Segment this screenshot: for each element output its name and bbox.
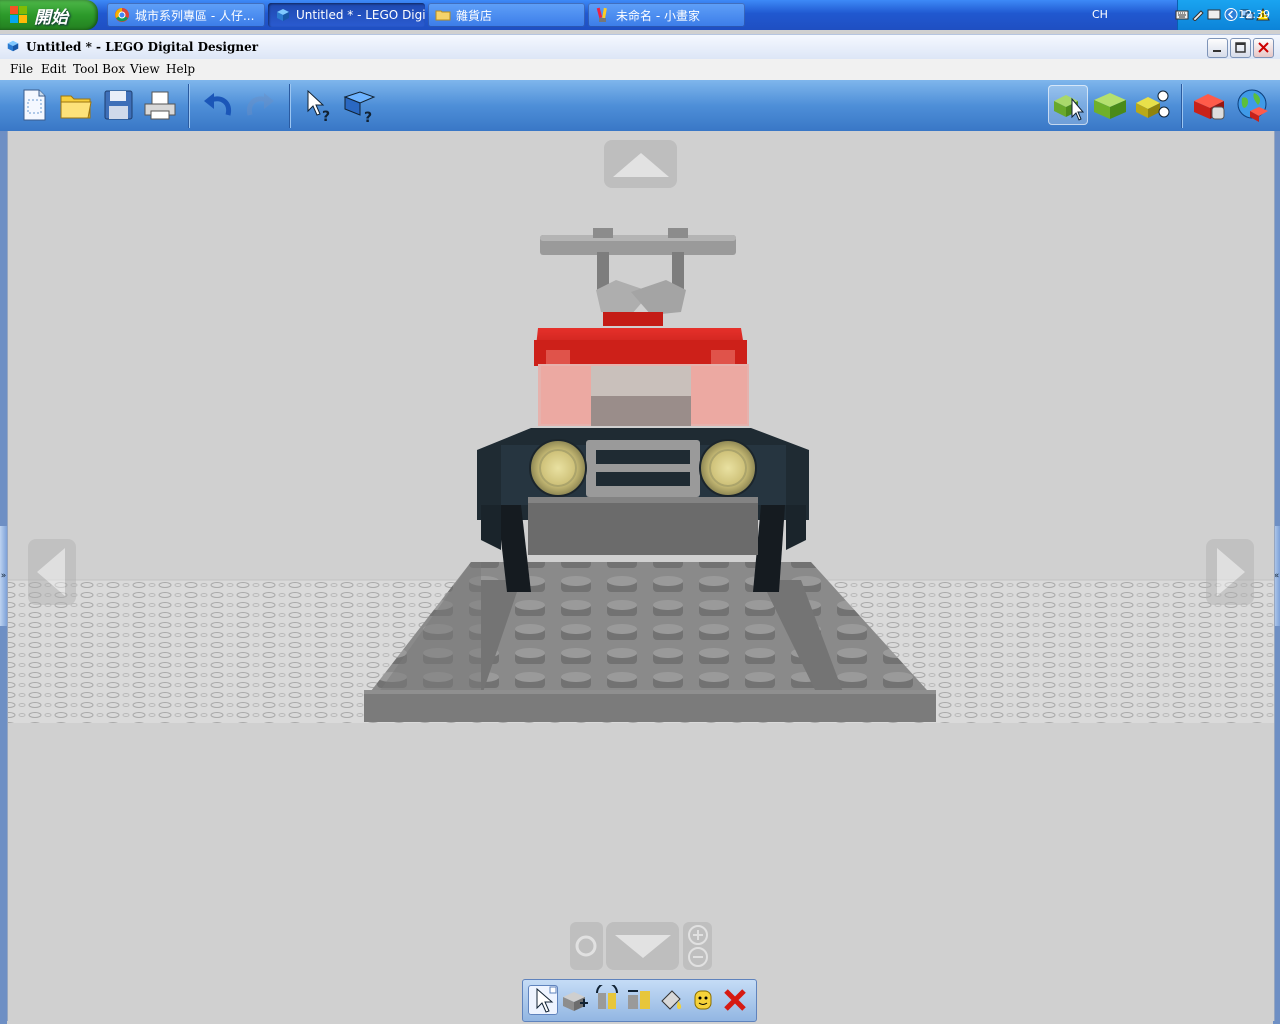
open-folder-icon bbox=[60, 95, 92, 119]
keyboard-icon[interactable] bbox=[1175, 8, 1189, 21]
hinge-align-tool-icon bbox=[628, 990, 650, 1009]
lego-designer-icon bbox=[7, 40, 19, 52]
window-titlebar[interactable]: Untitled * - LEGO Digital Designer bbox=[0, 34, 1280, 59]
menu-file[interactable]: File bbox=[10, 62, 33, 76]
minifig-tool-button[interactable] bbox=[688, 985, 718, 1015]
menu-help[interactable]: Help bbox=[166, 62, 195, 76]
brick-palette-collapsed[interactable]: » bbox=[0, 131, 7, 1024]
hinge-align-tool-button[interactable] bbox=[624, 985, 654, 1015]
paint-bucket-tool-button[interactable] bbox=[656, 985, 686, 1015]
lego-online-icon bbox=[1237, 89, 1268, 122]
guide-help-button[interactable]: ? bbox=[340, 85, 380, 126]
toolbar-separator bbox=[1181, 84, 1182, 128]
paint-icon bbox=[596, 7, 607, 22]
menu-bar: File Edit Tool Box View Help bbox=[0, 59, 1280, 80]
3d-scene[interactable] bbox=[8, 131, 1274, 1021]
zoom-controls[interactable] bbox=[683, 922, 712, 970]
svg-text:?: ? bbox=[364, 110, 372, 125]
lego-order-button[interactable] bbox=[1190, 85, 1230, 125]
taskbar-item-label: 未命名 - 小畫家 bbox=[616, 8, 700, 23]
building-guide-mode-button[interactable] bbox=[1132, 85, 1172, 125]
minifig-tool-icon bbox=[694, 990, 712, 1010]
windows-taskbar: 開始 城市系列專區 - 人仔... Untitled * - LEGO Digi… bbox=[0, 0, 1280, 30]
reset-view-button[interactable] bbox=[570, 922, 603, 970]
camera-up-button[interactable] bbox=[604, 140, 677, 188]
chrome-icon bbox=[115, 8, 129, 22]
hinge-tool-icon bbox=[596, 982, 618, 1009]
open-button[interactable] bbox=[56, 85, 96, 125]
undo-icon bbox=[204, 93, 232, 116]
build-mode-icon bbox=[1054, 95, 1085, 121]
start-label: 開始 bbox=[34, 7, 68, 28]
close-button[interactable] bbox=[1253, 38, 1274, 58]
taskbar-item-chrome[interactable]: 城市系列專區 - 人仔... bbox=[107, 3, 265, 27]
taskbar-item-label: 雜貨店 bbox=[456, 8, 493, 23]
guide-book-help-icon: ? bbox=[343, 91, 376, 126]
taskbar-item-folder[interactable]: 雜貨店 bbox=[428, 3, 585, 27]
taskbar-item-paint[interactable]: 未命名 - 小畫家 bbox=[588, 3, 745, 27]
taskbar-item-lego-designer[interactable]: Untitled * - LEGO Digi... bbox=[268, 3, 425, 27]
save-button[interactable] bbox=[98, 85, 138, 125]
clone-tool-icon bbox=[563, 992, 588, 1011]
taskbar-item-label: 城市系列專區 - 人仔... bbox=[135, 8, 255, 23]
menu-view[interactable]: View bbox=[130, 62, 160, 76]
camera-left-button[interactable] bbox=[28, 539, 76, 605]
camera-down-button[interactable] bbox=[606, 922, 679, 970]
save-disk-icon bbox=[104, 90, 133, 120]
select-tool-button[interactable] bbox=[528, 985, 558, 1015]
paint-tool-icon bbox=[661, 990, 682, 1010]
print-icon bbox=[144, 91, 176, 120]
clone-tool-button[interactable] bbox=[560, 985, 590, 1015]
building-guide-mode-icon bbox=[1136, 90, 1170, 118]
maximize-button[interactable] bbox=[1230, 38, 1251, 58]
toolbar-separator bbox=[188, 84, 189, 128]
windows-logo-icon bbox=[10, 6, 28, 24]
lego-order-icon bbox=[1194, 94, 1225, 120]
svg-text:?: ? bbox=[322, 109, 330, 125]
view-mode-button[interactable] bbox=[1090, 85, 1130, 125]
camera-right-button[interactable] bbox=[1206, 539, 1254, 605]
expand-left-panel-chevron-icon[interactable]: » bbox=[0, 526, 7, 626]
minimize-icon bbox=[1213, 50, 1221, 52]
window-title: Untitled * - LEGO Digital Designer bbox=[26, 40, 259, 54]
taskbar-item-label: Untitled * - LEGO Digi... bbox=[296, 8, 425, 22]
bottom-toolbox bbox=[522, 979, 757, 1022]
clock[interactable]: 12:39 bbox=[1238, 8, 1270, 21]
menu-toolbox[interactable]: Tool Box bbox=[73, 62, 125, 76]
lego-designer-icon bbox=[277, 9, 289, 21]
redo-button[interactable] bbox=[240, 85, 280, 125]
train-locomotive-model[interactable] bbox=[477, 228, 809, 592]
build-mode-button[interactable] bbox=[1048, 85, 1088, 125]
folder-icon bbox=[435, 10, 451, 21]
main-toolbar: ? ? bbox=[0, 80, 1280, 133]
menu-edit[interactable]: Edit bbox=[41, 62, 66, 76]
help-select-button[interactable]: ? bbox=[298, 85, 338, 125]
select-help-icon: ? bbox=[307, 89, 330, 125]
new-file-icon bbox=[23, 89, 46, 121]
new-button[interactable] bbox=[14, 85, 54, 125]
build-canvas[interactable] bbox=[7, 131, 1275, 1021]
view-mode-icon bbox=[1094, 93, 1126, 119]
minimize-button[interactable] bbox=[1207, 38, 1228, 58]
delete-tool-button[interactable] bbox=[720, 985, 750, 1015]
close-icon bbox=[1258, 42, 1269, 53]
tray-expand-chevron-icon[interactable] bbox=[1224, 8, 1238, 21]
redo-icon bbox=[246, 93, 274, 116]
undo-button[interactable] bbox=[198, 85, 238, 125]
maximize-icon bbox=[1235, 42, 1246, 53]
start-button[interactable]: 開始 bbox=[0, 0, 98, 30]
hinge-tool-button[interactable] bbox=[592, 982, 622, 1015]
delete-tool-icon bbox=[724, 989, 746, 1011]
toolbar-separator bbox=[289, 84, 290, 128]
print-button[interactable] bbox=[140, 85, 180, 125]
ime-mode-icon[interactable] bbox=[1207, 8, 1221, 21]
lego-online-button[interactable] bbox=[1232, 85, 1272, 125]
language-indicator[interactable]: CH bbox=[1092, 8, 1108, 21]
select-tool-icon bbox=[536, 986, 557, 1013]
pen-icon[interactable] bbox=[1191, 8, 1205, 21]
